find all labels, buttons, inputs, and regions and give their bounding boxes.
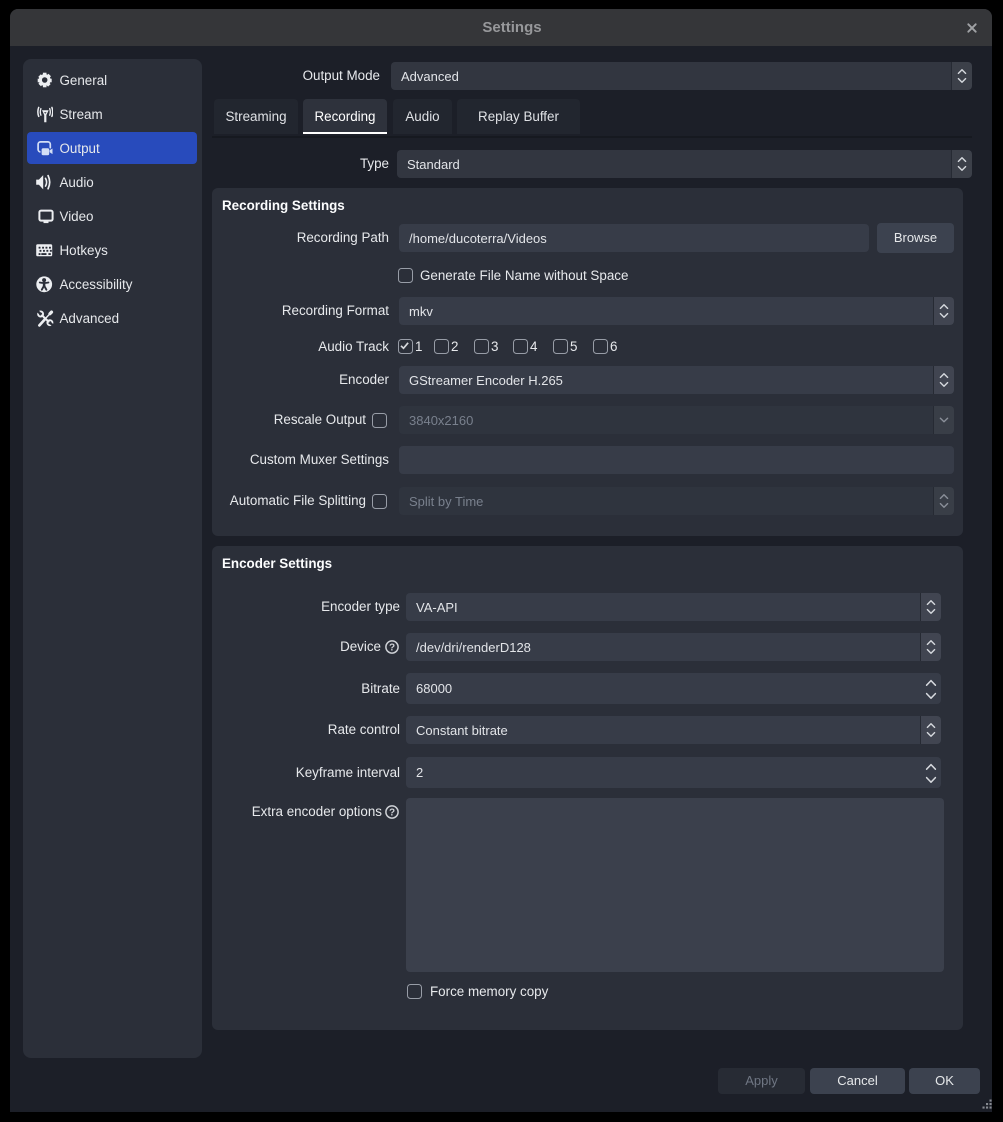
svg-text:?: ? [389, 807, 395, 818]
svg-text:?: ? [389, 642, 395, 653]
